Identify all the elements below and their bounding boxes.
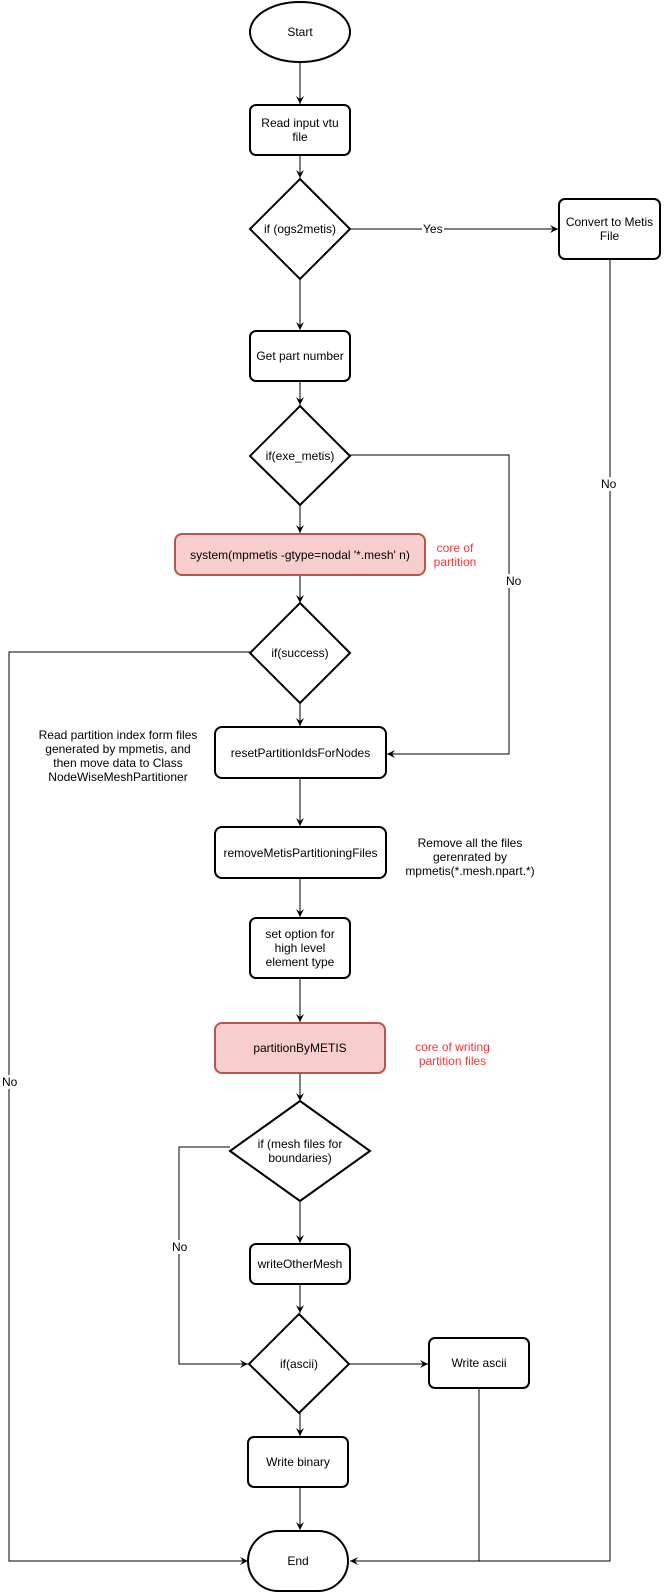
end-label: End <box>287 1554 309 1568</box>
edge-label-no-convert: No <box>600 477 618 491</box>
write-binary-label: Write binary <box>266 1455 330 1469</box>
set-option-label: set option for high level element type <box>265 927 335 969</box>
edge-label-no-mesh-files: No <box>171 1240 189 1254</box>
if-mesh-files-label: if (mesh files for boundaries) <box>257 1137 343 1165</box>
edge-label-no-exe-metis: No <box>505 574 523 588</box>
edge-exemetis-no-reset <box>350 454 510 758</box>
read-input-label: Read input vtu file <box>261 116 339 144</box>
edge-label-no-success: No <box>1 1075 19 1089</box>
if-ascii-label: if(ascii) <box>280 1357 318 1371</box>
if-ogs2metis-label: if (ogs2metis) <box>263 222 337 236</box>
if-success-label: if(success) <box>271 646 329 660</box>
remove-files-label: removeMetisPartitioningFiles <box>223 845 378 860</box>
write-ascii-label: Write ascii <box>451 1356 507 1370</box>
start-label: Start <box>287 25 313 39</box>
edge-label-yes: Yes <box>422 222 444 236</box>
get-part-label: Get part number <box>256 349 344 363</box>
annotation-core-writing: core of writing partition files <box>415 1040 490 1068</box>
write-other-mesh-label: writeOtherMesh <box>257 1257 343 1271</box>
system-call-label: system(mpmetis -gtype=nodal '*.mesh' n) <box>190 547 410 562</box>
convert-metis-label: Convert to Metis File <box>565 215 654 243</box>
partition-by-metis-label: partitionByMETIS <box>253 1041 347 1055</box>
annotation-core-partition: core of partition <box>433 541 477 569</box>
annotation-read-partition: Read partition index form files generate… <box>38 728 198 784</box>
annotation-remove-all: Remove all the files gerenrated by mpmet… <box>405 836 535 878</box>
edge-meshfiles-no-ascii <box>178 1146 248 1368</box>
reset-ids-label: resetPartitionIdsForNodes <box>230 745 371 760</box>
edge-success-no-end <box>8 651 250 1565</box>
if-exe-metis-label: if(exe_metis) <box>265 449 335 463</box>
